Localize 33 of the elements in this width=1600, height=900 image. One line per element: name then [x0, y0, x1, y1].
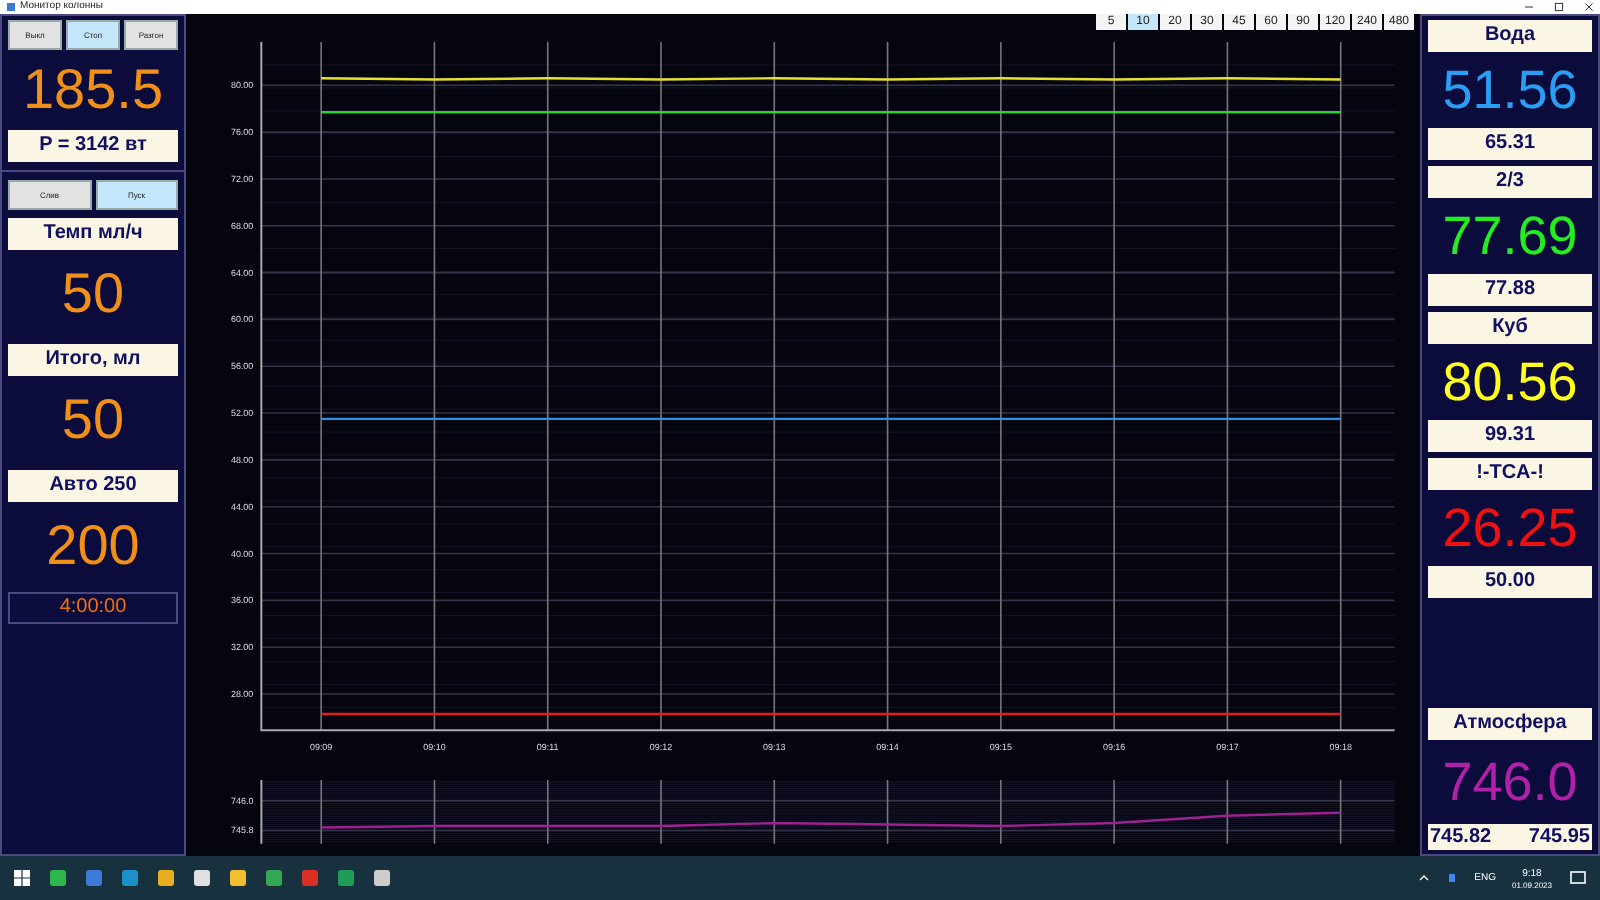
sensor-label: Атмосфера [1428, 708, 1592, 740]
sensor-value: 80.56 [1442, 358, 1578, 406]
sensor-label: Вода [1428, 20, 1592, 52]
axis-line [260, 779, 263, 846]
app-icon [6, 2, 16, 12]
readout-label: Авто 250 [8, 470, 178, 502]
sensor-value: 51.56 [1442, 66, 1578, 114]
sensor-secondary-value: 99.31 [1428, 420, 1592, 452]
sensor-secondary-value: 50.00 [1428, 566, 1592, 598]
sensor-label: !-TCA-! [1428, 458, 1592, 490]
notification-icon[interactable] [1568, 868, 1588, 888]
readout-label: Темп мл/ч [8, 218, 178, 250]
windows-icon[interactable] [12, 868, 32, 888]
sensor-value: 26.25 [1442, 504, 1578, 552]
tray-icon[interactable] [1446, 868, 1459, 888]
pressure-min: 745.82 [1430, 824, 1492, 850]
readout-value: 50 [59, 386, 127, 454]
readout-label: Итого, мл [8, 344, 178, 376]
sensor-secondary-value: 77.88 [1428, 274, 1592, 306]
readout-value: 50 [59, 260, 127, 328]
minimize-icon[interactable] [1524, 2, 1534, 12]
sensor-secondary-value: 65.31 [1428, 128, 1592, 160]
timer-value: 4:00:00 [8, 592, 178, 624]
power-value: 185.5 [20, 56, 166, 124]
sensor-value: 77.69 [1442, 212, 1578, 260]
power-label: P = 3142 вт [8, 130, 178, 162]
readout-value: 200 [44, 512, 142, 580]
pressure-value: 746.0 [1442, 758, 1578, 806]
sensor-label: Куб [1428, 312, 1592, 344]
sensor-label: 2/3 [1428, 166, 1592, 198]
pressure-max: 745.95 [1528, 824, 1590, 850]
close-icon[interactable] [1584, 2, 1594, 12]
maximize-icon[interactable] [1554, 2, 1564, 12]
